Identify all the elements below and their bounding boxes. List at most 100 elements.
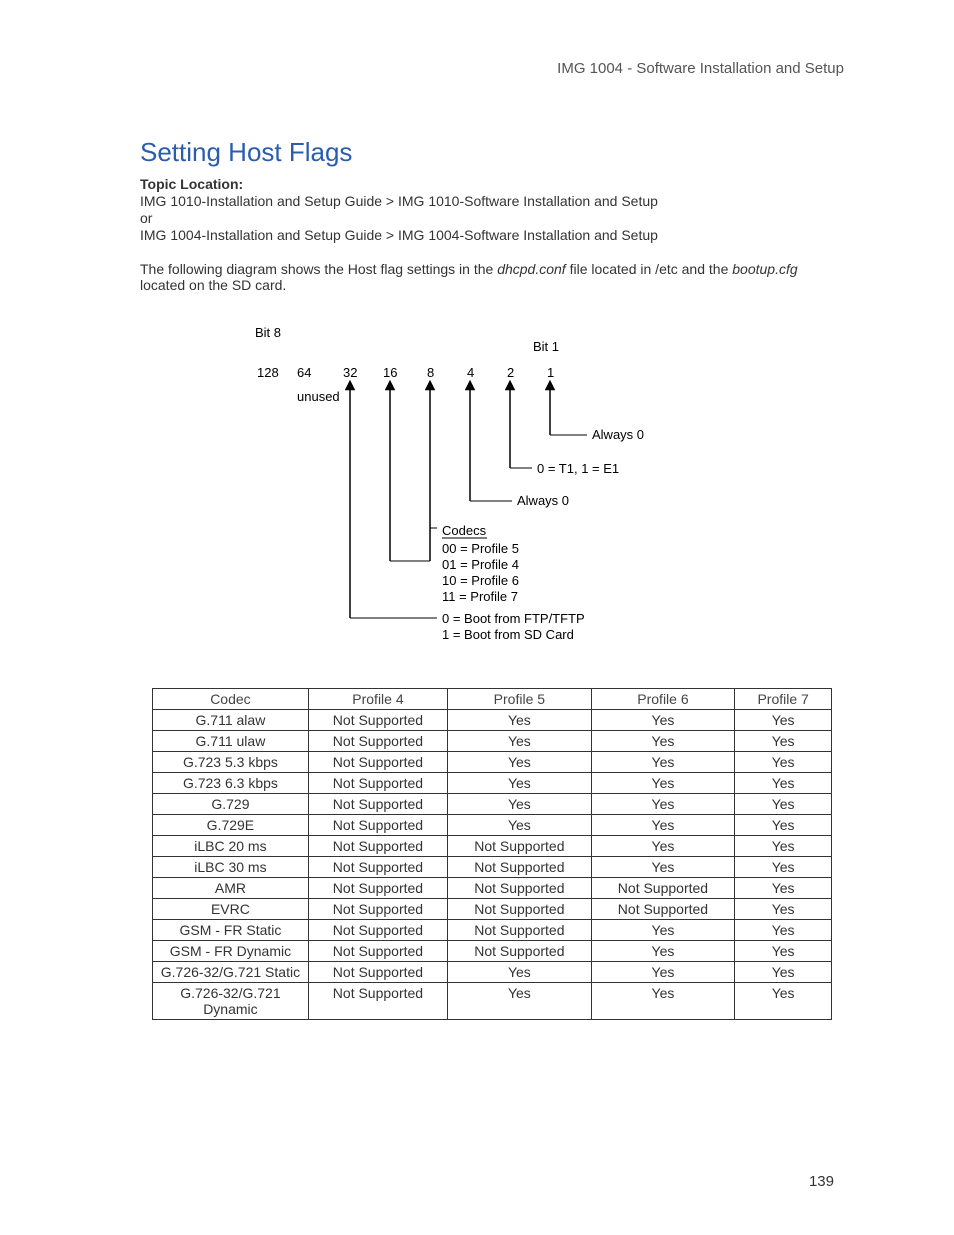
table-cell: Yes	[591, 962, 735, 983]
bootup-cfg-file: bootup.cfg	[732, 261, 797, 277]
table-row: AMRNot SupportedNot SupportedNot Support…	[153, 878, 832, 899]
table-cell: Yes	[591, 857, 735, 878]
topic-location-line1: IMG 1010-Installation and Setup Guide > …	[140, 193, 844, 209]
table-cell: Yes	[591, 941, 735, 962]
table-cell: Not Supported	[308, 878, 447, 899]
table-cell: Yes	[735, 815, 832, 836]
host-flags-diagram: Bit 8 Bit 1 128 64 32 16 8 4 2 1 unused …	[237, 323, 747, 658]
table-cell: G.711 ulaw	[153, 731, 309, 752]
table-header-row: Codec Profile 4 Profile 5 Profile 6 Prof…	[153, 689, 832, 710]
diagram-codecs-heading: Codecs	[442, 523, 486, 538]
table-cell: Not Supported	[591, 878, 735, 899]
diagram-codecs-line1: 00 = Profile 5	[442, 541, 519, 556]
table-cell: Not Supported	[448, 920, 592, 941]
table-cell: G.711 alaw	[153, 710, 309, 731]
table-cell: Yes	[591, 731, 735, 752]
intro-text-2: file located in /etc and the	[566, 261, 733, 277]
diagram-val-16: 16	[383, 365, 397, 380]
topic-location-label: Topic Location:	[140, 176, 844, 192]
table-row: G.729ENot SupportedYesYesYes	[153, 815, 832, 836]
diagram-bit1-label: Bit 1	[533, 339, 559, 354]
table-cell: Not Supported	[308, 983, 447, 1020]
table-cell: Yes	[735, 962, 832, 983]
table-cell: Not Supported	[308, 899, 447, 920]
diagram-unused-label: unused	[297, 389, 340, 404]
table-header-profile6: Profile 6	[591, 689, 735, 710]
table-row: G.723 6.3 kbpsNot SupportedYesYesYes	[153, 773, 832, 794]
diagram-val-2: 2	[507, 365, 514, 380]
table-header-profile4: Profile 4	[308, 689, 447, 710]
table-cell: Yes	[591, 710, 735, 731]
table-cell: Not Supported	[448, 878, 592, 899]
table-row: G.723 5.3 kbpsNot SupportedYesYesYes	[153, 752, 832, 773]
diagram-codecs-line2: 01 = Profile 4	[442, 557, 519, 572]
table-cell: Yes	[591, 773, 735, 794]
table-cell: Yes	[448, 962, 592, 983]
table-row: GSM - FR DynamicNot SupportedNot Support…	[153, 941, 832, 962]
table-cell: Not Supported	[308, 962, 447, 983]
diagram-val-1: 1	[547, 365, 554, 380]
table-cell: Not Supported	[308, 773, 447, 794]
table-cell: Yes	[735, 752, 832, 773]
table-header-codec: Codec	[153, 689, 309, 710]
table-row: G.711 alawNot SupportedYesYesYes	[153, 710, 832, 731]
table-cell: Not Supported	[308, 836, 447, 857]
table-row: G.711 ulawNot SupportedYesYesYes	[153, 731, 832, 752]
diagram-val-64: 64	[297, 365, 311, 380]
diagram-always-zero-b: Always 0	[517, 493, 569, 508]
table-cell: Not Supported	[308, 857, 447, 878]
table-cell: Yes	[735, 857, 832, 878]
table-cell: Yes	[448, 710, 592, 731]
diagram-t1-e1: 0 = T1, 1 = E1	[537, 461, 619, 476]
table-cell: G.723 6.3 kbps	[153, 773, 309, 794]
dhcpd-conf-file: dhcpd.conf	[497, 261, 566, 277]
table-cell: Yes	[448, 731, 592, 752]
table-cell: Not Supported	[448, 899, 592, 920]
intro-text-1: The following diagram shows the Host fla…	[140, 261, 497, 277]
intro-text-3: located on the SD card.	[140, 277, 286, 293]
table-cell: Not Supported	[308, 794, 447, 815]
table-cell: iLBC 20 ms	[153, 836, 309, 857]
table-cell: Yes	[448, 794, 592, 815]
table-row: G.729Not SupportedYesYesYes	[153, 794, 832, 815]
table-cell: Not Supported	[591, 899, 735, 920]
table-cell: Not Supported	[308, 731, 447, 752]
codec-profile-table: Codec Profile 4 Profile 5 Profile 6 Prof…	[152, 688, 832, 1020]
table-cell: AMR	[153, 878, 309, 899]
table-cell: G.729E	[153, 815, 309, 836]
table-cell: Yes	[735, 710, 832, 731]
table-cell: Yes	[448, 752, 592, 773]
diagram-always-zero-a: Always 0	[592, 427, 644, 442]
table-cell: EVRC	[153, 899, 309, 920]
table-cell: Yes	[735, 878, 832, 899]
diagram-val-128: 128	[257, 365, 279, 380]
table-cell: Yes	[448, 815, 592, 836]
table-header-profile5: Profile 5	[448, 689, 592, 710]
table-cell: Yes	[735, 731, 832, 752]
table-cell: Yes	[735, 899, 832, 920]
diagram-val-8: 8	[427, 365, 434, 380]
table-cell: Not Supported	[308, 941, 447, 962]
table-cell: Yes	[448, 983, 592, 1020]
intro-paragraph: The following diagram shows the Host fla…	[140, 261, 844, 293]
table-cell: Yes	[591, 920, 735, 941]
page-number: 139	[809, 1173, 834, 1190]
table-cell: Not Supported	[308, 752, 447, 773]
table-cell: Not Supported	[308, 815, 447, 836]
diagram-boot-line2: 1 = Boot from SD Card	[442, 627, 574, 642]
table-cell: Yes	[735, 836, 832, 857]
page-title: Setting Host Flags	[140, 137, 844, 168]
table-cell: Yes	[591, 836, 735, 857]
diagram-codecs-line4: 11 = Profile 7	[442, 589, 518, 604]
topic-location-or: or	[140, 210, 844, 226]
table-cell: Not Supported	[308, 710, 447, 731]
diagram-bit8-label: Bit 8	[255, 325, 281, 340]
table-cell: G.726-32/G.721 Static	[153, 962, 309, 983]
running-header: IMG 1004 - Software Installation and Set…	[140, 60, 844, 77]
table-cell: Yes	[591, 794, 735, 815]
table-cell: Yes	[591, 983, 735, 1020]
table-row: G.726-32/G.721 StaticNot SupportedYesYes…	[153, 962, 832, 983]
diagram-codecs-line3: 10 = Profile 6	[442, 573, 519, 588]
table-cell: G.726-32/G.721 Dynamic	[153, 983, 309, 1020]
table-cell: GSM - FR Dynamic	[153, 941, 309, 962]
